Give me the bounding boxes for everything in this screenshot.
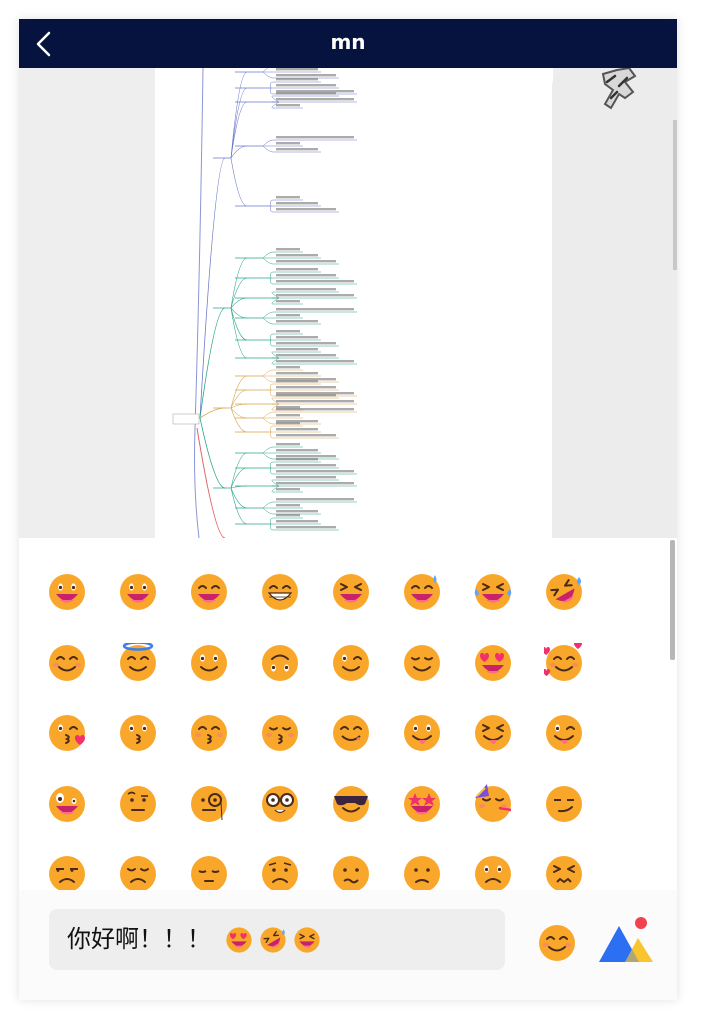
emoji-heart-eyes[interactable] bbox=[473, 643, 513, 683]
sticker-image bbox=[601, 68, 637, 110]
top-bar: mn bbox=[19, 19, 677, 68]
emoji-partying[interactable] bbox=[473, 783, 513, 824]
emoji-winking-tongue[interactable] bbox=[544, 713, 584, 753]
input-bar: 你好啊！！！ bbox=[19, 890, 677, 1000]
chat-scrollbar[interactable] bbox=[673, 120, 677, 270]
emoji-slightly-frowning[interactable] bbox=[402, 854, 442, 890]
emoji-slightly-smiling[interactable] bbox=[189, 643, 229, 683]
emoji-nerd[interactable] bbox=[260, 784, 300, 824]
emoji-kissing-relaxed[interactable] bbox=[189, 713, 229, 753]
emoji-tongue-out[interactable] bbox=[402, 713, 442, 753]
emoji-relieved[interactable] bbox=[402, 643, 442, 683]
emoji-grinning-smiling-eyes[interactable] bbox=[189, 572, 229, 612]
emoji-grinning-big-eyes[interactable] bbox=[118, 572, 158, 612]
emoji-tears-of-joy[interactable] bbox=[473, 572, 513, 612]
message-input[interactable]: 你好啊！！！ bbox=[49, 909, 505, 970]
chat-window: mn 你好啊！！！ bbox=[19, 19, 677, 1000]
emoji-halo[interactable] bbox=[118, 640, 158, 683]
emoji-zany[interactable] bbox=[47, 784, 87, 824]
emoji-winking[interactable] bbox=[331, 643, 371, 683]
emoji-kissing[interactable] bbox=[118, 713, 158, 753]
emoji-monocle[interactable] bbox=[189, 784, 229, 824]
emoji-disappointed[interactable] bbox=[118, 854, 158, 890]
emoji-raised-eyebrow[interactable] bbox=[118, 784, 158, 824]
emoji-squinting-laugh[interactable] bbox=[331, 572, 371, 612]
smiling-face-icon[interactable] bbox=[537, 923, 577, 963]
emoji-smiling-blush[interactable] bbox=[47, 643, 87, 683]
emoji-upside-down[interactable] bbox=[260, 643, 300, 683]
emoji-worried[interactable] bbox=[260, 854, 300, 890]
emoji-kissing-closed-eyes[interactable] bbox=[260, 713, 300, 753]
emoji-frowning[interactable] bbox=[473, 854, 513, 890]
image-message[interactable] bbox=[155, 68, 553, 538]
message-input-text: 你好啊！！！ bbox=[67, 925, 211, 953]
emoji-persevering[interactable] bbox=[544, 854, 584, 890]
emoji-sunglasses[interactable] bbox=[331, 784, 371, 824]
chat-title: mn bbox=[330, 30, 366, 54]
emoji-picker bbox=[19, 538, 677, 890]
inline-emoji-rolling-laughing bbox=[259, 926, 287, 958]
emoji-smirking[interactable] bbox=[544, 784, 584, 824]
emoji-confused[interactable] bbox=[331, 854, 371, 890]
emoji-squinting-tongue[interactable] bbox=[473, 713, 513, 753]
inline-emoji-squinting-laugh bbox=[293, 926, 321, 958]
emoji-picker-scrollbar[interactable] bbox=[670, 540, 675, 660]
inline-emoji-heart-eyes bbox=[225, 926, 253, 958]
emoji-unamused[interactable] bbox=[47, 854, 87, 890]
message-list[interactable] bbox=[19, 68, 677, 538]
emoji-star-struck[interactable] bbox=[402, 784, 442, 824]
mind-map-image bbox=[172, 68, 357, 538]
image-upload-icon[interactable] bbox=[597, 912, 655, 966]
emoji-yum[interactable] bbox=[331, 713, 371, 753]
emoji-smiling-hearts[interactable] bbox=[542, 640, 584, 683]
sticker-message[interactable] bbox=[552, 68, 677, 538]
emoji-pensive[interactable] bbox=[189, 854, 229, 890]
emoji-kissing-heart[interactable] bbox=[47, 713, 87, 753]
emoji-beaming[interactable] bbox=[260, 572, 300, 612]
emoji-grinning-sweat[interactable] bbox=[402, 572, 442, 612]
emoji-grinning[interactable] bbox=[47, 572, 87, 612]
emoji-rolling-laughing[interactable] bbox=[544, 572, 584, 612]
